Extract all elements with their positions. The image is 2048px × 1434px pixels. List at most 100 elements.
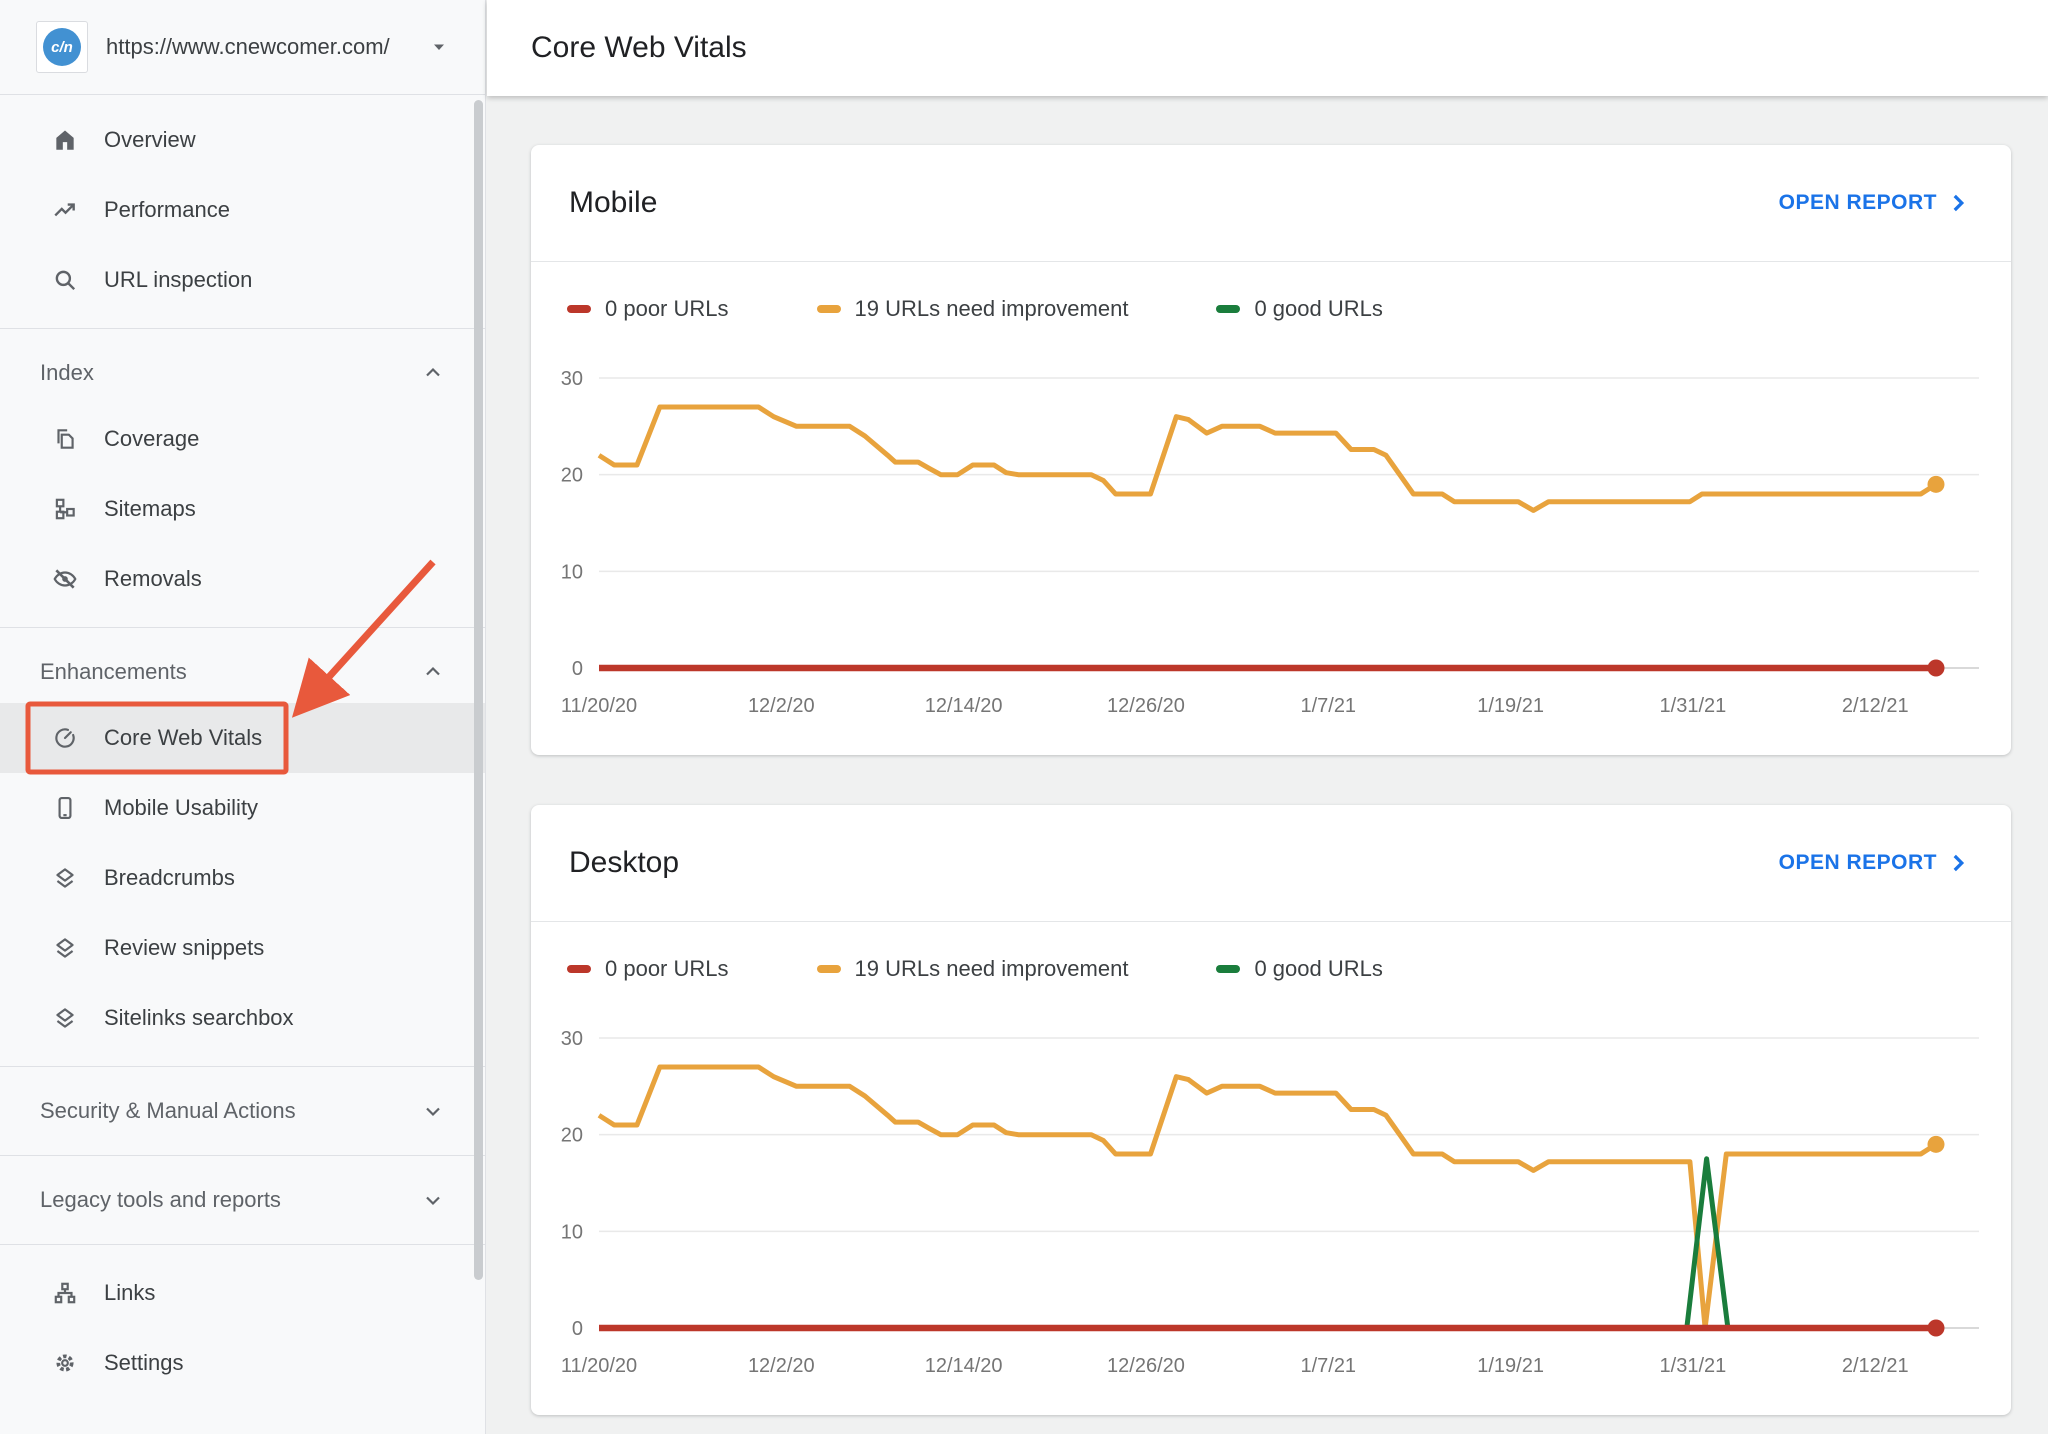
card-mobile: Mobile OPEN REPORT 0 poor URLs 19 URLs ne… — [531, 145, 2011, 755]
section-label: Enhancements — [40, 659, 187, 684]
pages-icon — [52, 426, 78, 452]
sidebar-item-links[interactable]: Links — [0, 1258, 485, 1328]
gauge-icon — [52, 725, 78, 751]
sidebar-item-mobile-usability[interactable]: Mobile Usability — [0, 773, 485, 843]
x-tick-label: 1/19/21 — [1477, 695, 1544, 717]
legend-swatch — [567, 305, 591, 313]
gear-icon — [52, 1350, 78, 1376]
x-tick-label: 12/26/20 — [1107, 695, 1185, 717]
chart-legend: 0 poor URLs 19 URLs need improvement 0 goo… — [567, 956, 2011, 982]
y-tick-label: 0 — [572, 1318, 583, 1340]
chevron-right-icon — [1945, 190, 1971, 216]
legend-swatch — [567, 965, 591, 973]
chevron-down-icon — [421, 1099, 445, 1123]
legend-label: 0 good URLs — [1254, 956, 1383, 981]
sidebar-divider — [0, 1155, 485, 1156]
home-icon — [52, 127, 78, 153]
card-desktop-header: Desktop OPEN REPORT — [531, 805, 2011, 922]
open-report-label: OPEN REPORT — [1778, 851, 1937, 874]
sidebar-divider — [0, 627, 485, 628]
legend-item: 19 URLs need improvement — [816, 956, 1129, 982]
site-favicon: c/n — [36, 21, 88, 73]
legend-item: 0 good URLs — [1216, 956, 1383, 982]
series-line — [597, 404, 1938, 513]
sidebar-item-label: Mobile Usability — [104, 795, 259, 820]
sidebar-divider — [0, 1244, 485, 1245]
legend-item: 0 poor URLs — [567, 296, 729, 322]
sidebar-item-label: Performance — [104, 197, 230, 222]
sidebar-nav: Overview Performance URL inspection Index Co… — [0, 95, 485, 1398]
x-tick-label: 1/7/21 — [1300, 1355, 1356, 1377]
series-line — [599, 1156, 1936, 1331]
legend-label: 19 URLs need improvement — [854, 956, 1129, 981]
links-icon — [52, 1280, 78, 1306]
legend-swatch — [816, 305, 841, 313]
sidebar-item-label: Overview — [104, 127, 196, 152]
section-header-index[interactable]: Index — [0, 342, 485, 404]
sidebar-item-label: Removals — [104, 566, 202, 591]
sidebar: c/n https://www.cnewcomer.com/ Overview P… — [0, 0, 486, 1434]
x-tick-label: 2/12/21 — [1842, 695, 1909, 717]
chevron-up-icon — [421, 361, 445, 385]
sidebar-item-label: Links — [104, 1280, 156, 1305]
x-tick-label: 12/14/20 — [925, 695, 1003, 717]
sidebar-item-core-web-vitals[interactable]: Core Web Vitals — [0, 703, 485, 773]
caret-down-icon[interactable] — [427, 35, 451, 59]
sidebar-item-label: Coverage — [104, 426, 200, 451]
sidebar-item-label: URL inspection — [104, 267, 253, 292]
sidebar-item-sitemaps[interactable]: Sitemaps — [0, 474, 485, 544]
rich-result-icon — [52, 865, 78, 891]
sidebar-item-sitelinks-searchbox[interactable]: Sitelinks searchbox — [0, 983, 485, 1053]
section-header-security-manual-actions[interactable]: Security & Manual Actions — [0, 1080, 485, 1142]
sidebar-item-removals[interactable]: Removals — [0, 544, 485, 614]
open-report-button[interactable]: OPEN REPORT — [1779, 850, 1971, 876]
rich-result-icon — [52, 935, 78, 961]
section-header-enhancements[interactable]: Enhancements — [0, 641, 485, 703]
chevron-down-icon — [421, 1188, 445, 1212]
sidebar-item-overview[interactable]: Overview — [0, 105, 485, 175]
sidebar-item-coverage[interactable]: Coverage — [0, 404, 485, 474]
legend-label: 0 poor URLs — [605, 956, 729, 981]
sidebar-scrollbar[interactable] — [474, 100, 483, 1280]
series-line — [597, 1064, 1938, 1331]
x-tick-label: 1/19/21 — [1477, 1355, 1544, 1377]
legend-swatch — [1216, 305, 1241, 313]
y-tick-label: 30 — [561, 368, 583, 390]
legend-item: 0 good URLs — [1216, 296, 1383, 322]
rich-result-icon — [52, 1005, 78, 1031]
open-report-label: OPEN REPORT — [1778, 191, 1937, 214]
x-tick-label: 1/7/21 — [1300, 695, 1356, 717]
sitemap-icon — [52, 496, 78, 522]
sidebar-item-settings[interactable]: Settings — [0, 1328, 485, 1398]
sidebar-item-breadcrumbs[interactable]: Breadcrumbs — [0, 843, 485, 913]
sidebar-item-label: Review snippets — [104, 935, 265, 960]
search-icon — [52, 267, 78, 293]
site-favicon-icon: c/n — [43, 28, 81, 66]
card-title: Desktop — [569, 846, 680, 879]
property-url: https://www.cnewcomer.com/ — [106, 34, 390, 59]
trending-up-icon — [52, 197, 78, 223]
x-tick-label: 2/12/21 — [1842, 1355, 1909, 1377]
sidebar-item-performance[interactable]: Performance — [0, 175, 485, 245]
y-tick-label: 10 — [561, 1221, 583, 1243]
x-tick-label: 12/14/20 — [925, 1355, 1003, 1377]
x-tick-label: 12/2/20 — [748, 695, 815, 717]
eye-off-icon — [52, 566, 78, 592]
chart-mobile: 0 10 20 30 11/20/20 12/2/20 12/14/20 12/26/20 1/… — [561, 368, 1979, 717]
x-tick-label: 1/31/21 — [1660, 1355, 1727, 1377]
section-header-legacy-tools[interactable]: Legacy tools and reports — [0, 1169, 485, 1231]
x-tick-label: 12/2/20 — [748, 1355, 815, 1377]
chevron-up-icon — [421, 660, 445, 684]
section-label: Index — [40, 360, 94, 385]
legend-swatch — [816, 965, 841, 973]
property-selector[interactable]: c/n https://www.cnewcomer.com/ — [0, 0, 485, 95]
legend-label: 0 poor URLs — [605, 296, 729, 321]
sidebar-item-label: Core Web Vitals — [104, 725, 263, 750]
y-tick-label: 10 — [561, 561, 583, 583]
legend-item: 19 URLs need improvement — [816, 296, 1128, 322]
sidebar-item-url-inspection[interactable]: URL inspection — [0, 245, 485, 315]
sidebar-item-label: Sitemaps — [104, 496, 196, 521]
sidebar-item-label: Breadcrumbs — [104, 865, 235, 890]
sidebar-item-review-snippets[interactable]: Review snippets — [0, 913, 485, 983]
open-report-button[interactable]: OPEN REPORT — [1779, 190, 1971, 216]
